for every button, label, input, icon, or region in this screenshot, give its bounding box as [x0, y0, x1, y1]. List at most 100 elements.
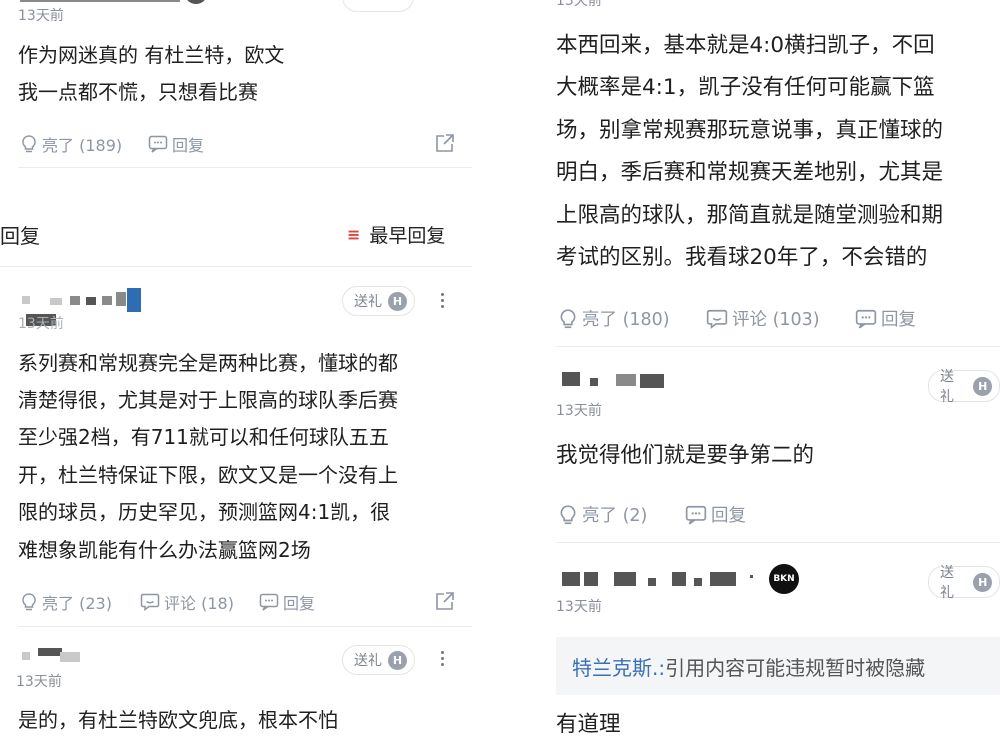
- username-blurred: [640, 374, 664, 388]
- comment-icon: [140, 593, 160, 611]
- gift-label: 送礼: [354, 653, 382, 669]
- comment-button[interactable]: 评论 (103): [706, 306, 820, 331]
- username-blurred: [50, 298, 62, 305]
- gift-button[interactable]: 送礼 H: [342, 286, 415, 316]
- comment-label: 评论 (103): [732, 310, 820, 330]
- comment-time: 13天前: [556, 0, 602, 9]
- reply-button[interactable]: 回复: [685, 502, 746, 527]
- like-button[interactable]: 亮了 (23): [20, 590, 112, 614]
- comment-text-line: 我一点都不慌，只想看比赛: [18, 80, 258, 104]
- left-panel: 13天前 作为网迷真的 有杜兰特，欧文 我一点都不慌，只想看比赛 亮了 (189…: [0, 0, 472, 749]
- gift-button[interactable]: 送礼 H: [342, 645, 415, 675]
- reply-label: 回复: [881, 310, 916, 330]
- share-icon[interactable]: [434, 591, 455, 612]
- hupu-coin-icon: H: [388, 650, 407, 670]
- divider: [556, 542, 1000, 543]
- reply-button[interactable]: 回复: [259, 590, 315, 614]
- more-options-icon[interactable]: [441, 651, 445, 669]
- reply-text-line: 限的球员，历史罕见，预测篮网4:1凯，很: [18, 500, 391, 524]
- comment-label: 评论 (18): [164, 594, 234, 613]
- like-label: 亮了 (180): [582, 310, 670, 330]
- username-blurred: [22, 296, 30, 304]
- avatar[interactable]: [127, 288, 141, 312]
- quoted-content-box: 特兰克斯.: 引用内容可能违规暂时被隐藏: [556, 637, 1000, 695]
- reply-icon: [855, 309, 877, 328]
- reply-button[interactable]: 回复: [855, 306, 916, 331]
- lightbulb-icon: [560, 504, 576, 524]
- right-panel: 13天前 本西回来，基本就是4:0横扫凯子，不回 大概率是4:1，凯子没有任何可…: [556, 0, 1000, 749]
- more-options-icon[interactable]: [441, 293, 445, 311]
- reply-text-line: 至少强2档，有711就可以和任何球队五五: [18, 425, 389, 449]
- gift-button[interactable]: 送礼 H: [928, 369, 1000, 405]
- username-blurred: [672, 572, 686, 586]
- reply-text-line: 是的，有杜兰特欧文兜底，根本不怕: [18, 708, 338, 732]
- like-button[interactable]: 亮了 (180): [558, 306, 670, 331]
- gift-label: 送礼: [940, 565, 954, 601]
- avatar[interactable]: [186, 0, 206, 4]
- reply-text: 我觉得他们就是要争第二的: [556, 443, 815, 468]
- replies-title: 回复: [0, 224, 40, 248]
- username-blurred: [648, 578, 656, 586]
- username-blurred: [116, 292, 126, 306]
- sort-earliest-button[interactable]: ≡ 最早回复: [347, 221, 445, 248]
- reply-time: 13天前: [18, 316, 64, 332]
- reply-time: 13天前: [556, 599, 602, 615]
- reply-text-line: 难想象凯能有什么办法赢篮网2场: [18, 538, 311, 562]
- hupu-coin-icon: H: [973, 376, 992, 396]
- reply-text-line: 系列赛和常规赛完全是两种比赛，懂球的都: [18, 351, 398, 375]
- like-button[interactable]: 亮了 (2): [558, 502, 647, 527]
- username-blurred: [584, 572, 598, 586]
- lightbulb-icon: [560, 308, 576, 328]
- sort-icon: ≡: [347, 225, 361, 244]
- like-label: 亮了 (23): [42, 594, 112, 613]
- reply-icon: [685, 505, 707, 524]
- quote-text: 引用内容可能违规暂时被隐藏: [665, 655, 926, 680]
- gift-label: 送礼: [354, 294, 382, 310]
- reply-button[interactable]: 回复: [148, 132, 204, 156]
- comment-time: 13天前: [18, 8, 64, 24]
- username-blurred: [20, 0, 180, 2]
- like-label: 亮了 (2): [582, 506, 648, 526]
- username-blurred: [22, 652, 30, 660]
- username-blurred: [38, 648, 62, 656]
- lightbulb-icon: [22, 593, 36, 611]
- username-blurred: [694, 578, 702, 586]
- divider: [556, 346, 1000, 347]
- reply-time: 13天前: [556, 403, 602, 419]
- reply-text-line: 开，杜兰特保证下限，欧文又是一个没有上: [18, 463, 398, 487]
- reply-time: 13天前: [16, 674, 62, 690]
- username-blurred: [102, 296, 112, 305]
- like-button[interactable]: 亮了 (189): [20, 132, 122, 156]
- comment-text-line: 本西回来，基本就是4:0横扫凯子，不回: [556, 33, 935, 58]
- lightbulb-icon: [22, 135, 36, 153]
- reply-text: 有道理: [556, 712, 621, 737]
- username-blurred: [562, 572, 580, 586]
- hupu-coin-icon: H: [973, 572, 992, 592]
- username-blurred: [562, 372, 580, 386]
- sort-label: 最早回复: [369, 225, 446, 247]
- gift-button-cut[interactable]: [342, 0, 414, 12]
- comment-button[interactable]: 评论 (18): [140, 590, 234, 614]
- reply-label: 回复: [711, 506, 746, 526]
- quote-author[interactable]: 特兰克斯.:: [572, 652, 665, 681]
- comment-text-line: 考试的区别。我看球20年了，不会错的: [556, 245, 928, 270]
- share-icon[interactable]: [434, 133, 455, 154]
- comment-icon: [706, 309, 728, 329]
- comment-text-line: 明白，季后赛和常规赛天差地别，尤其是: [556, 160, 944, 185]
- username-blurred: [60, 652, 80, 662]
- like-label: 亮了 (189): [42, 136, 123, 155]
- username-blurred: [86, 297, 96, 305]
- gift-button[interactable]: 送礼 H: [928, 565, 1000, 601]
- reply-label: 回复: [172, 136, 205, 155]
- username-blurred: [614, 572, 636, 586]
- username-blurred: [710, 572, 736, 586]
- divider: [18, 626, 472, 627]
- reply-icon: [148, 135, 168, 153]
- comment-text-line: 作为网迷真的 有杜兰特，欧文: [18, 43, 285, 67]
- divider: [0, 266, 472, 267]
- comment-text-line: 上限高的球队，那简直就是随堂测验和期: [556, 203, 944, 228]
- username-blurred: [70, 296, 80, 305]
- hupu-coin-icon: H: [388, 291, 407, 311]
- comment-text-line: 场，别拿常规赛那玩意说事，真正懂球的: [556, 118, 944, 143]
- gift-label: 送礼: [940, 369, 954, 405]
